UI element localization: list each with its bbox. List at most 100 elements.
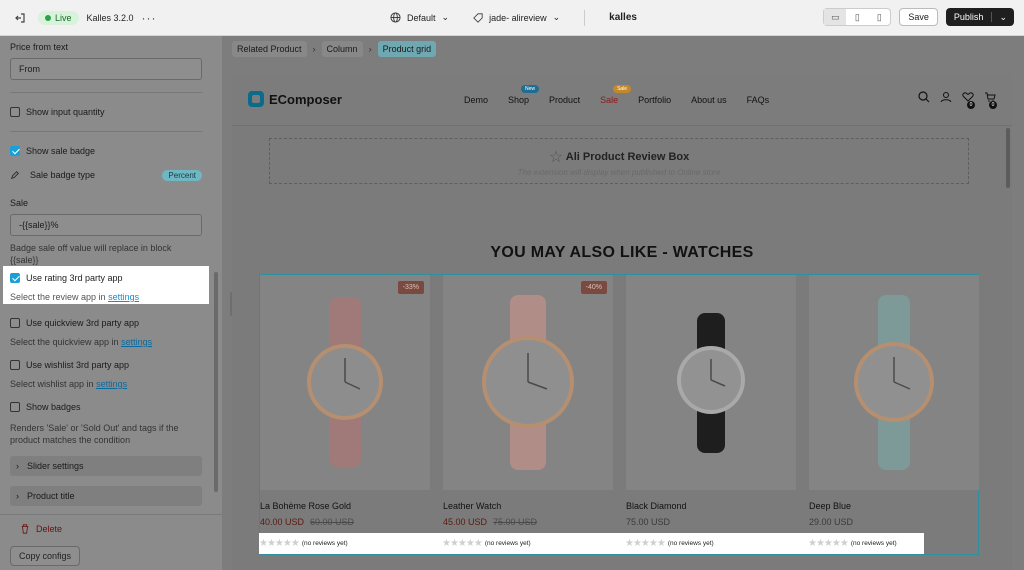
- product-card[interactable]: -40% Leather Watch 45.00 USD 75.00 USD: [443, 275, 613, 527]
- nav-item-sale[interactable]: Sale Sale: [600, 85, 632, 105]
- sale-badge-type-row[interactable]: Sale badge type Percent: [10, 164, 202, 186]
- product-title-accordion[interactable]: › Product title: [10, 486, 202, 506]
- product-image[interactable]: -33%: [260, 275, 430, 490]
- product-price: 45.00 USD 75.00 USD: [443, 517, 538, 527]
- wishlist-hint: Select wishlist app in settings: [10, 379, 128, 389]
- chevron-down-icon[interactable]: ⌄: [992, 12, 1014, 23]
- sidebar-footer: Delete Copy configs: [0, 514, 222, 570]
- divider: [10, 92, 202, 93]
- cart-count: 0: [989, 101, 997, 109]
- checkbox-icon[interactable]: [10, 360, 20, 370]
- use-quickview-checkbox[interactable]: Use quickview 3rd party app: [10, 316, 212, 330]
- sale-hint: Badge sale off value will replace in blo…: [10, 243, 172, 265]
- nav-item-product[interactable]: Product: [549, 95, 580, 105]
- watch-image-icon: [854, 295, 934, 470]
- use-rating-checkbox[interactable]: Use rating 3rd party app: [10, 271, 202, 285]
- nav-item-portfolio[interactable]: Portfolio: [638, 95, 671, 105]
- mobile-icon[interactable]: ▯: [868, 9, 890, 25]
- ali-review-box-placeholder[interactable]: ☆ Ali Product Review Box The extension w…: [269, 138, 969, 184]
- tablet-icon[interactable]: ▯: [846, 9, 868, 25]
- nav-item-faqs[interactable]: FAQs: [747, 95, 770, 105]
- price-from-input[interactable]: From: [10, 58, 202, 80]
- product-name[interactable]: La Bohème Rose Gold: [260, 501, 430, 511]
- review-box-title: ☆ Ali Product Review Box: [548, 149, 690, 166]
- chevron-right-icon: ›: [312, 44, 316, 54]
- show-badges-checkbox[interactable]: Show badges: [10, 400, 212, 414]
- product-name[interactable]: Black Diamond: [626, 501, 796, 511]
- product-image[interactable]: [626, 275, 796, 490]
- pencil-icon: [11, 171, 19, 179]
- product-image[interactable]: [809, 275, 979, 490]
- checkbox-icon[interactable]: [10, 107, 20, 117]
- header-icons: 0 0: [918, 91, 997, 114]
- publish-button[interactable]: Publish ⌄: [945, 8, 1014, 26]
- copy-configs-button[interactable]: Copy configs: [10, 546, 81, 566]
- exit-icon[interactable]: [10, 8, 30, 28]
- wishlist-count: 0: [967, 101, 975, 109]
- sale-input[interactable]: -{{sale}}%: [10, 214, 202, 236]
- star-rating-icon: ★★★★★: [625, 537, 666, 549]
- product-card[interactable]: Deep Blue 29.00 USD: [809, 275, 979, 527]
- settings-sidebar: Price from text From Show input quantity…: [0, 36, 222, 570]
- show-input-quantity-checkbox[interactable]: Show input quantity: [10, 105, 212, 119]
- product-grid[interactable]: -33% La Bohème Rose Gold 40.00 USD 60.00 …: [259, 274, 979, 555]
- use-wishlist-checkbox[interactable]: Use wishlist 3rd party app: [10, 358, 212, 372]
- star-rating-icon: ★★★★★: [442, 537, 483, 549]
- rating-row[interactable]: ★★★★★ (no reviews yet): [259, 534, 429, 552]
- canvas-scrollbar[interactable]: [1006, 128, 1010, 188]
- desktop-icon[interactable]: ▭: [824, 9, 847, 25]
- quickview-hint: Select the quickview app in settings: [10, 337, 153, 347]
- more-options-icon[interactable]: ···: [142, 11, 157, 25]
- product-name[interactable]: Deep Blue: [809, 501, 979, 511]
- live-dot-icon: [45, 14, 51, 21]
- wishlist-settings-link[interactable]: settings: [96, 379, 127, 389]
- product-card[interactable]: Black Diamond 75.00 USD: [626, 275, 796, 527]
- chevron-right-icon: ›: [368, 44, 372, 54]
- sale-badge: Sale: [613, 85, 632, 93]
- save-button[interactable]: Save: [899, 8, 938, 26]
- site-nav: Demo Shop New Product Sale Sale Portfolio …: [464, 85, 770, 105]
- review-box-subtitle: The extension will display when publishe…: [517, 168, 721, 177]
- product-price: 75.00 USD: [626, 517, 671, 527]
- show-sale-badge-checkbox[interactable]: Show sale badge: [10, 144, 212, 158]
- breadcrumb-item-current[interactable]: Product grid: [377, 41, 437, 57]
- quickview-settings-link[interactable]: settings: [121, 337, 152, 347]
- discount-badge: -33%: [397, 281, 424, 294]
- compare-price: 75.00 USD: [493, 517, 538, 527]
- divider: [584, 9, 586, 26]
- chevron-down-icon: ⌄: [552, 12, 561, 22]
- preview-canvas: EComposer Demo Shop New Product Sale Sale …: [232, 74, 1012, 570]
- search-icon[interactable]: [918, 91, 930, 114]
- account-icon[interactable]: [940, 91, 952, 114]
- language-selector[interactable]: Default ⌄: [390, 12, 449, 23]
- rating-settings-link[interactable]: settings: [108, 292, 139, 302]
- rating-row[interactable]: ★★★★★ (no reviews yet): [442, 534, 612, 552]
- site-logo[interactable]: EComposer: [248, 91, 342, 107]
- rating-hint: Select the review app in settings: [10, 292, 140, 302]
- divider: [10, 131, 202, 132]
- checkbox-icon[interactable]: [10, 402, 20, 412]
- page-selector[interactable]: jade- alireview ⌄: [473, 12, 560, 23]
- nav-item-shop[interactable]: Shop New: [508, 85, 540, 105]
- sale-label: Sale: [10, 198, 29, 208]
- delete-button[interactable]: Delete: [20, 524, 62, 534]
- checkbox-checked-icon[interactable]: [10, 273, 20, 283]
- slider-settings-accordion[interactable]: › Slider settings: [10, 456, 202, 476]
- store-brand: kalles: [609, 12, 637, 23]
- product-price: 29.00 USD: [809, 517, 854, 527]
- breadcrumb-item[interactable]: Related Product: [232, 41, 307, 57]
- checkbox-icon[interactable]: [10, 318, 20, 328]
- product-name[interactable]: Leather Watch: [443, 501, 613, 511]
- product-card[interactable]: -33% La Bohème Rose Gold 40.00 USD 60.00 …: [260, 275, 430, 527]
- rating-row[interactable]: ★★★★★ (no reviews yet): [808, 534, 978, 552]
- breadcrumb-item[interactable]: Column: [321, 41, 363, 57]
- checkbox-checked-icon[interactable]: [10, 146, 20, 156]
- product-image[interactable]: -40%: [443, 275, 613, 490]
- cart-icon[interactable]: 0: [984, 91, 997, 114]
- sidebar-scrollbar[interactable]: [214, 272, 218, 492]
- wishlist-icon[interactable]: 0: [962, 91, 975, 114]
- nav-item-about[interactable]: About us: [691, 95, 727, 105]
- rating-row[interactable]: ★★★★★ (no reviews yet): [625, 534, 795, 552]
- nav-item-demo[interactable]: Demo: [464, 95, 488, 105]
- new-badge: New: [521, 85, 540, 93]
